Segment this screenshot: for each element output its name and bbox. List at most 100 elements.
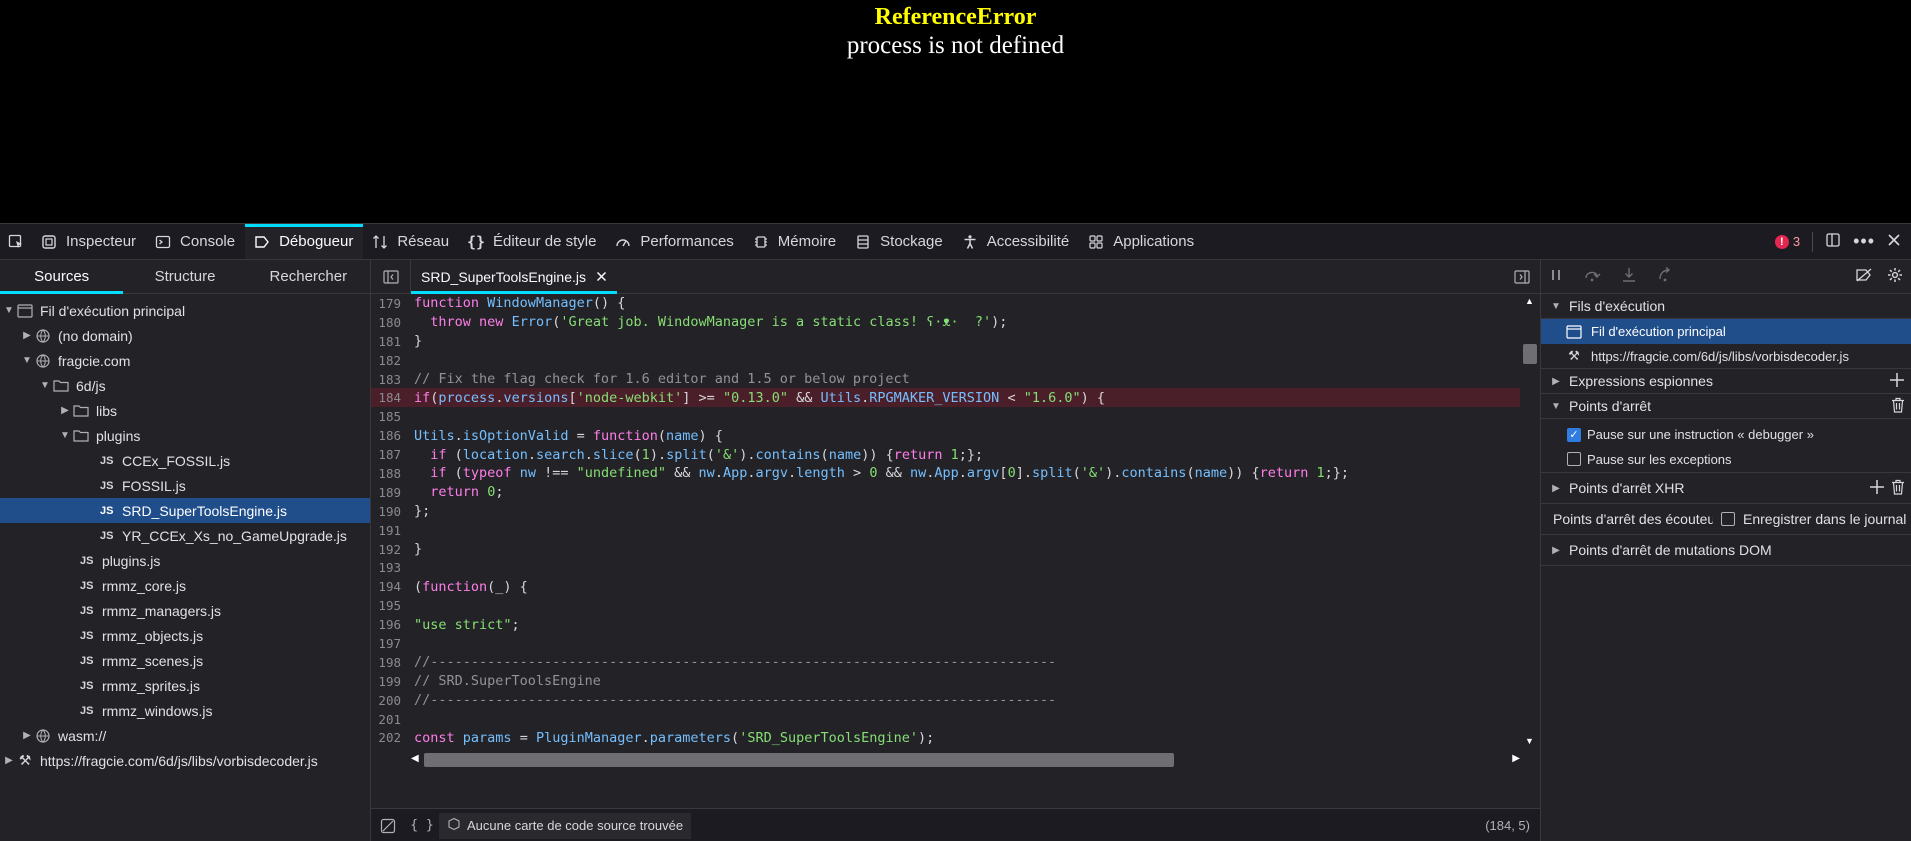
line-number[interactable]: 197 (371, 636, 411, 651)
tab-inspector[interactable]: Inspecteur (32, 224, 146, 259)
code-line[interactable]: 187 if (location.search.slice(1).split('… (371, 445, 1520, 464)
line-number[interactable]: 185 (371, 409, 411, 424)
code-line-paused[interactable]: 184 if(process.versions['node-webkit'] >=… (371, 388, 1520, 408)
line-number[interactable]: 182 (371, 353, 411, 368)
line-number[interactable]: 189 (371, 485, 411, 500)
code-line[interactable]: 180 throw new Error('Great job. WindowMa… (371, 313, 1520, 332)
checkbox-unchecked[interactable] (1721, 512, 1735, 526)
element-picker-button[interactable] (0, 224, 32, 259)
line-number[interactable]: 202 (371, 730, 411, 745)
tree-item-folder[interactable]: ▼ plugins (0, 423, 370, 448)
line-number[interactable]: 199 (371, 674, 411, 689)
pretty-print-icon[interactable]: { } (405, 818, 439, 833)
code-line[interactable]: 185 (371, 407, 1520, 426)
tree-item-no-domain[interactable]: ▶ (no domain) (0, 323, 370, 348)
editor-file-tab[interactable]: SRD_SuperToolsEngine.js (411, 260, 617, 294)
error-count-badge[interactable]: ! 3 (1774, 234, 1800, 249)
code-line[interactable]: 182 (371, 351, 1520, 370)
pause-icon[interactable] (1549, 268, 1563, 285)
trash-icon[interactable] (1891, 397, 1905, 416)
scroll-up-icon[interactable]: ▲ (1525, 296, 1534, 306)
tab-applications[interactable]: Applications (1079, 224, 1204, 259)
step-over-icon[interactable] (1583, 268, 1601, 285)
tab-debugger[interactable]: Débogueur (245, 224, 364, 259)
line-number[interactable]: 201 (371, 712, 411, 727)
code-line[interactable]: 195 (371, 596, 1520, 615)
tree-item-file[interactable]: JS rmmz_scenes.js (0, 648, 370, 673)
code-line[interactable]: 200//-----------------------------------… (371, 691, 1520, 710)
event-listener-breakpoints-row[interactable]: Points d'arrêt des écouteurs Enregistrer… (1541, 504, 1911, 535)
code-line[interactable]: 202 const params = PluginManager.paramete… (371, 728, 1520, 747)
tree-item-file[interactable]: JS rmmz_windows.js (0, 698, 370, 723)
line-number[interactable]: 186 (371, 428, 411, 443)
tree-item-file[interactable]: JS CCEx_FOSSIL.js (0, 448, 370, 473)
pause-on-debugger-checkbox[interactable]: ✓ Pause sur une instruction « debugger » (1541, 423, 1911, 446)
line-number[interactable]: 179 (371, 296, 411, 311)
thread-item-worker[interactable]: ⚒ https://fragcie.com/6d/js/libs/vorbisd… (1541, 344, 1911, 369)
code-line[interactable]: 181} (371, 332, 1520, 351)
code-line[interactable]: 199// SRD.SuperToolsEngine (371, 672, 1520, 691)
threads-header[interactable]: ▼ Fils d'exécution (1541, 294, 1911, 319)
step-out-icon[interactable] (1657, 266, 1673, 286)
xhr-breakpoints-header[interactable]: ▶ Points d'arrêt XHR (1541, 473, 1911, 504)
tree-item-file-selected[interactable]: JS SRD_SuperToolsEngine.js (0, 498, 370, 523)
tab-storage[interactable]: Stockage (846, 224, 953, 259)
line-number[interactable]: 192 (371, 542, 411, 557)
tree-item-file[interactable]: JS rmmz_managers.js (0, 598, 370, 623)
code-line[interactable]: 193 (371, 558, 1520, 577)
line-number[interactable]: 196 (371, 617, 411, 632)
code-line[interactable]: 186 Utils.isOptionValid = function(name) … (371, 426, 1520, 445)
tree-item-file[interactable]: JS rmmz_objects.js (0, 623, 370, 648)
scroll-left-icon[interactable]: ◀ (411, 753, 419, 764)
line-number[interactable]: 195 (371, 598, 411, 613)
watch-expressions-header[interactable]: ▶ Expressions espionnes (1541, 369, 1911, 394)
line-number[interactable]: 191 (371, 523, 411, 538)
step-in-icon[interactable] (1621, 267, 1637, 286)
horizontal-scroll-thumb[interactable] (424, 753, 1174, 767)
tree-item-file[interactable]: JS rmmz_sprites.js (0, 673, 370, 698)
code-line[interactable]: 190}; (371, 502, 1520, 521)
tree-item-file[interactable]: JS plugins.js (0, 548, 370, 573)
code-line[interactable]: 198//-----------------------------------… (371, 653, 1520, 672)
line-number[interactable]: 181 (371, 334, 411, 349)
close-icon[interactable] (1887, 233, 1901, 250)
deactivate-breakpoints-icon[interactable] (1855, 267, 1873, 286)
tree-item-main-thread[interactable]: ▼ Fil d'exécution principal (0, 298, 370, 323)
code-line[interactable]: 196 "use strict"; (371, 615, 1520, 634)
tab-performance[interactable]: Performances (606, 224, 743, 259)
tree-item-domain[interactable]: ▼ fragcie.com (0, 348, 370, 373)
line-number[interactable]: 190 (371, 504, 411, 519)
thread-item-main[interactable]: Fil d'exécution principal (1541, 319, 1911, 344)
horizontal-scrollbar[interactable]: ◀ ▶ (411, 748, 1520, 768)
line-number[interactable]: 183 (371, 372, 411, 387)
more-options-icon[interactable]: ••• (1853, 231, 1875, 252)
close-tab-icon[interactable] (596, 269, 607, 285)
settings-gear-icon[interactable] (1887, 267, 1903, 286)
line-number[interactable]: 198 (371, 655, 411, 670)
line-number[interactable]: 187 (371, 447, 411, 462)
code-line[interactable]: 188 if (typeof nw !== "undefined" && nw.… (371, 464, 1520, 483)
vertical-scrollbar[interactable]: ▲ ▼ (1520, 294, 1540, 748)
blackbox-icon[interactable] (371, 818, 405, 834)
tree-item-wasm[interactable]: ▶ wasm:// (0, 723, 370, 748)
vertical-scroll-thumb[interactable] (1523, 344, 1537, 364)
dock-toggle-icon[interactable] (1825, 232, 1841, 251)
tree-item-file[interactable]: JS YR_CCEx_Xs_no_GameUpgrade.js (0, 523, 370, 548)
checkbox-unchecked[interactable] (1567, 452, 1581, 466)
breakpoints-header[interactable]: ▼ Points d'arrêt (1541, 394, 1911, 419)
toggle-debugger-sidebar-button[interactable] (1504, 260, 1540, 293)
line-number[interactable]: 194 (371, 579, 411, 594)
tree-item-file[interactable]: JS FOSSIL.js (0, 473, 370, 498)
scroll-down-icon[interactable]: ▼ (1525, 736, 1534, 746)
scroll-right-icon[interactable]: ▶ (1512, 753, 1520, 764)
add-icon[interactable] (1869, 479, 1885, 498)
tab-structure[interactable]: Structure (123, 260, 246, 293)
checkbox-checked[interactable]: ✓ (1567, 427, 1581, 442)
code-line[interactable]: 197 (371, 634, 1520, 653)
tab-search[interactable]: Rechercher (247, 260, 370, 293)
line-number[interactable]: 188 (371, 466, 411, 481)
tree-item-file[interactable]: JS rmmz_core.js (0, 573, 370, 598)
tab-memory[interactable]: Mémoire (744, 224, 846, 259)
line-number[interactable]: 200 (371, 693, 411, 708)
code-line[interactable]: 191 (371, 521, 1520, 540)
